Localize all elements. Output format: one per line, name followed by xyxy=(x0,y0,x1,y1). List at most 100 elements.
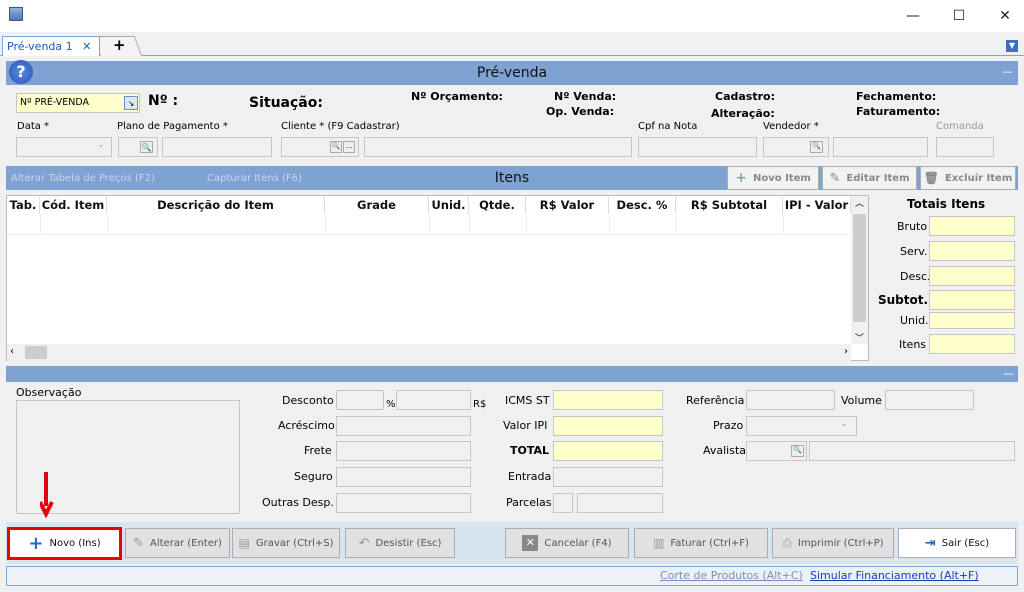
maximize-button[interactable]: ☐ xyxy=(936,0,982,32)
simular-financiamento-link[interactable]: Simular Financiamento (Alt+F) xyxy=(810,569,979,582)
tab-dropdown-icon[interactable]: ▼ xyxy=(1006,40,1018,52)
more-icon[interactable]: … xyxy=(343,141,355,153)
acrescimo-field[interactable] xyxy=(336,416,471,436)
cliente-desc-field[interactable] xyxy=(364,137,632,157)
col-tab[interactable]: Tab. xyxy=(7,197,40,214)
plus-icon: + xyxy=(735,170,747,186)
desistir-button[interactable]: ↶ Desistir (Esc) xyxy=(345,528,455,558)
search-icon[interactable]: 🔍 xyxy=(810,141,823,153)
pre-venda-header: Pré-venda xyxy=(6,61,1018,85)
cancelar-button[interactable]: ✕ Cancelar (F4) xyxy=(505,528,629,558)
parcelas-count-field[interactable] xyxy=(553,493,573,513)
search-icon[interactable]: 🔍 xyxy=(140,141,153,153)
alterar-tabela-link[interactable]: Alterar Tabela de Preços (F2) xyxy=(11,173,155,184)
op-venda-label: Op. Venda: xyxy=(546,105,615,118)
acrescimo-label: Acréscimo xyxy=(278,419,335,432)
chevron-left-icon[interactable]: ‹ xyxy=(10,346,14,357)
chevron-down-icon[interactable]: ⌄ xyxy=(840,419,848,429)
faturar-button[interactable]: ▥ Faturar (Ctrl+F) xyxy=(634,528,768,558)
sair-button[interactable]: ⇥ Sair (Esc) xyxy=(898,528,1016,558)
col-desc-pct[interactable]: Desc. % xyxy=(609,197,676,214)
capturar-itens-link[interactable]: Capturar Itens (F6) xyxy=(207,173,302,184)
avalista-desc-field[interactable] xyxy=(809,441,1015,461)
col-valor[interactable]: R$ Valor xyxy=(526,197,609,214)
col-subtotal[interactable]: R$ Subtotal xyxy=(676,197,783,214)
volume-field[interactable] xyxy=(885,390,974,410)
gravar-label: Gravar (Ctrl+S) xyxy=(255,537,334,549)
tipo-select[interactable]: Nº PRÉ-VENDA xyxy=(16,93,140,113)
unid-field xyxy=(929,312,1015,329)
observacao-label: Observação xyxy=(16,386,82,399)
editar-item-button[interactable]: ✎ Editar Item xyxy=(822,166,917,190)
rs-label: R$ xyxy=(473,399,487,410)
chevron-up-icon[interactable]: ︿ xyxy=(851,196,868,209)
vendedor-desc-field[interactable] xyxy=(833,137,928,157)
dropdown-icon[interactable]: ↘ xyxy=(124,96,138,110)
entrada-field[interactable] xyxy=(553,467,663,487)
orcamento-label: Nº Orçamento: xyxy=(411,90,503,103)
cpf-field[interactable] xyxy=(638,137,757,157)
close-icon[interactable]: ✕ xyxy=(82,40,91,53)
novo-button[interactable]: + Novo (Ins) xyxy=(7,527,122,560)
outras-field[interactable] xyxy=(336,493,471,513)
outras-label: Outras Desp. xyxy=(262,496,334,509)
col-ipi-valor[interactable]: IPI - Valor xyxy=(783,197,851,214)
total-label: TOTAL xyxy=(510,444,550,457)
collapse-icon[interactable]: — xyxy=(1002,65,1013,78)
search-icon[interactable]: 🔍 xyxy=(791,445,804,457)
grid-first-row[interactable] xyxy=(7,215,851,235)
comanda-field[interactable] xyxy=(936,137,994,157)
desconto-pct-field[interactable] xyxy=(336,390,384,410)
col-unid[interactable]: Unid. xyxy=(429,197,469,214)
col-descricao[interactable]: Descrição do Item xyxy=(107,197,325,214)
col-grade[interactable]: Grade xyxy=(325,197,429,214)
pct-label: % xyxy=(386,399,396,410)
add-tab-button[interactable]: + xyxy=(113,36,126,54)
page-title: Pré-venda xyxy=(476,65,548,81)
title-bar: — ☐ ✕ xyxy=(0,0,1024,32)
venda-label: Nº Venda: xyxy=(554,90,617,103)
chevron-right-icon[interactable]: › xyxy=(844,346,848,357)
desistir-label: Desistir (Esc) xyxy=(375,537,442,549)
tab-pre-venda-1[interactable]: Pré-venda 1 ✕ xyxy=(2,36,100,56)
help-icon[interactable]: ? xyxy=(9,60,33,84)
alterar-label: Alterar (Enter) xyxy=(150,537,222,549)
close-button[interactable]: ✕ xyxy=(982,0,1024,32)
frete-field[interactable] xyxy=(336,441,471,461)
itens-label: Itens xyxy=(899,338,927,351)
bruto-field xyxy=(929,216,1015,236)
scroll-thumb[interactable] xyxy=(25,346,47,359)
plano-desc-field[interactable] xyxy=(162,137,272,157)
gravar-button[interactable]: ▤ Gravar (Ctrl+S) xyxy=(232,528,340,558)
numero-label: Nº : xyxy=(148,93,179,109)
referencia-label: Referência xyxy=(686,394,745,407)
seguro-field[interactable] xyxy=(336,467,471,487)
vertical-scrollbar[interactable]: ︿ ﹀ xyxy=(851,196,868,344)
horizontal-scrollbar[interactable]: ‹ › xyxy=(7,344,851,361)
minimize-button[interactable]: — xyxy=(890,0,936,32)
search-icon[interactable]: 🔍 xyxy=(330,141,342,153)
fechamento-label: Fechamento: xyxy=(856,90,937,103)
faturamento-label: Faturamento: xyxy=(856,105,941,118)
excluir-item-button[interactable]: 🗑 Excluir Item xyxy=(920,166,1016,190)
corte-produtos-link[interactable]: Corte de Produtos (Alt+C) xyxy=(660,569,803,582)
col-cod-item[interactable]: Cód. Item xyxy=(40,197,107,214)
referencia-field[interactable] xyxy=(746,390,835,410)
icms-label: ICMS ST xyxy=(505,394,550,407)
alterar-button[interactable]: ✎ Alterar (Enter) xyxy=(125,528,230,558)
novo-item-button[interactable]: + Novo Item xyxy=(727,166,819,190)
col-qtde[interactable]: Qtde. xyxy=(469,197,526,214)
collapse-icon[interactable]: — xyxy=(1003,367,1014,380)
totais-title: Totais Itens xyxy=(907,197,986,211)
sair-label: Sair (Esc) xyxy=(941,537,990,549)
desconto-rs-field[interactable] xyxy=(396,390,471,410)
arrow-down-icon xyxy=(38,470,70,519)
parcelas-value-field[interactable] xyxy=(577,493,663,513)
imprimir-button[interactable]: ⎙ Imprimir (Ctrl+P) xyxy=(772,528,894,558)
ipi-field xyxy=(553,416,663,436)
trash-icon: 🗑 xyxy=(923,171,939,185)
chevron-down-icon[interactable]: ⌄ xyxy=(93,140,109,154)
comanda-label: Comanda xyxy=(936,121,984,132)
scroll-thumb[interactable] xyxy=(853,214,866,322)
chevron-down-icon[interactable]: ﹀ xyxy=(851,331,868,344)
